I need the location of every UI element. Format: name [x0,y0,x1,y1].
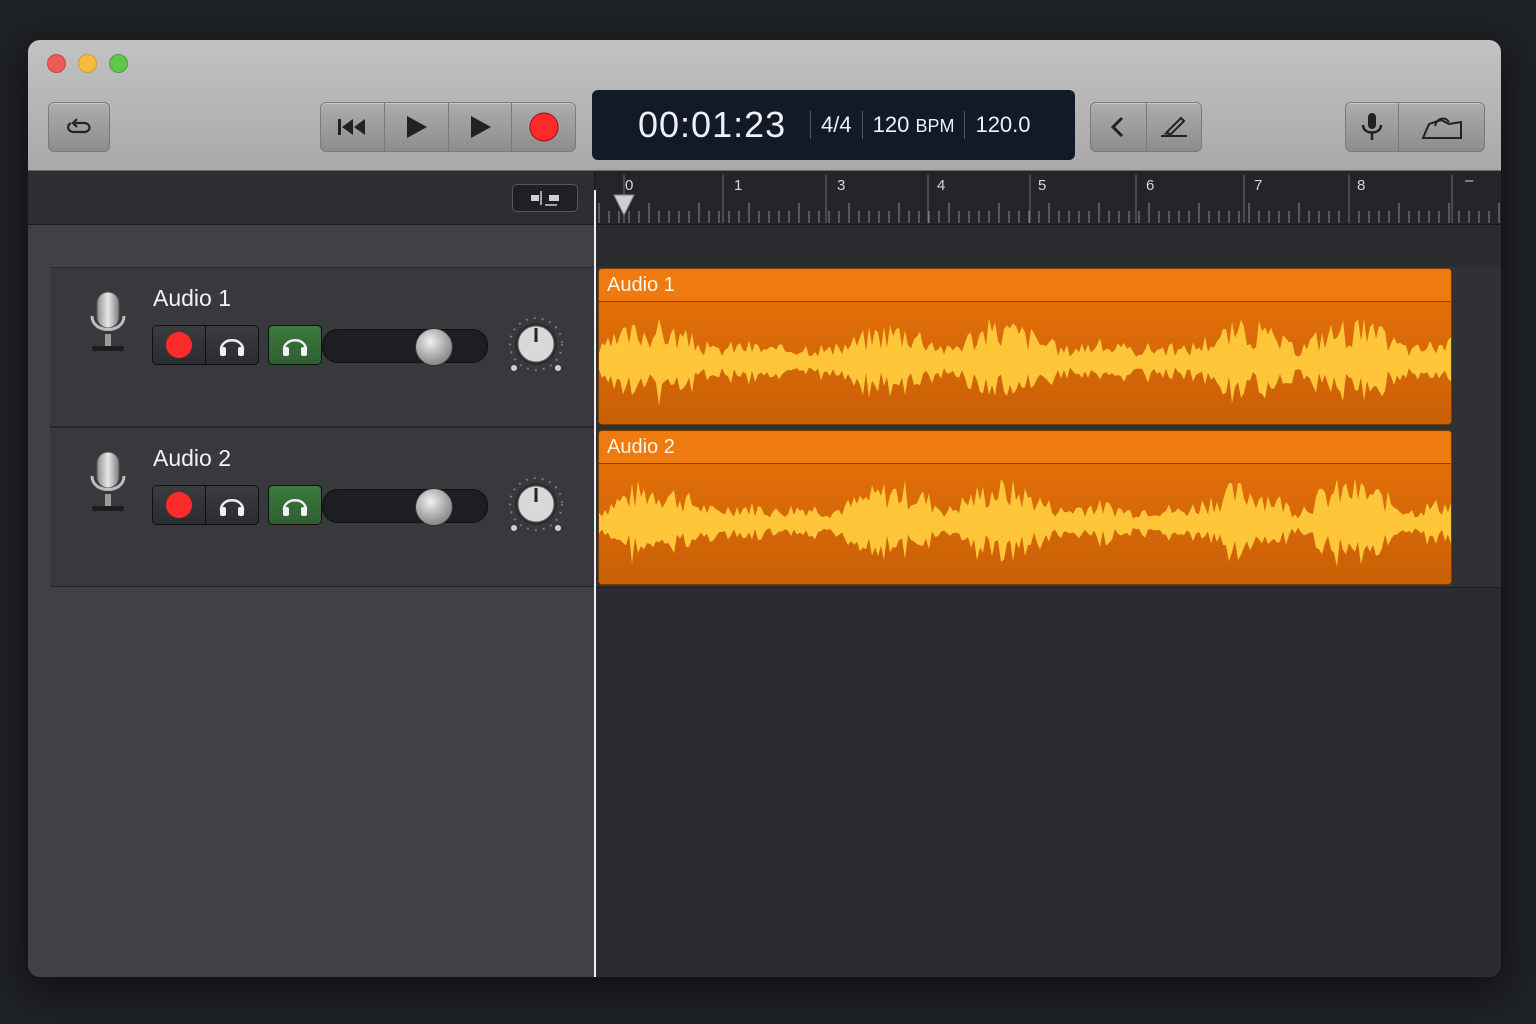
track-header-audio-2[interactable]: Audio 2 [50,427,594,587]
play-icon [470,116,491,138]
ruler-label: 8 [1357,177,1365,194]
record-icon [166,492,192,518]
headphones-icon [282,339,308,356]
pan-knob-icon [509,477,563,531]
cycle-icon [67,118,91,134]
timeline-ruler[interactable]: 0 1 3 4 5 6 7 8 – [594,171,1501,225]
headphones-icon [219,339,245,356]
zoom-fit-icon [531,191,559,206]
record-enable-button[interactable] [153,486,206,524]
garageband-window: 00:01:23 4/4 120 BPM 120.0 0 1 3 4 5 6 7… [28,40,1501,977]
headphones-button[interactable] [206,486,258,524]
volume-slider[interactable] [322,328,488,366]
play-icon [407,116,428,138]
volume-knob[interactable] [414,328,453,366]
close-button[interactable] [47,54,66,73]
track-buttons [152,485,259,525]
volume-knob[interactable] [414,488,453,526]
ruler-ticks: 0 1 3 4 5 6 7 8 – [598,172,1500,223]
record-button[interactable] [512,103,575,151]
tempo-value: 120 [872,112,910,137]
waveform [599,317,1451,406]
fit-tracks-button[interactable] [512,184,578,212]
microphone-icon [86,448,130,523]
waveform [599,478,1451,567]
microphone-button[interactable] [1346,103,1399,151]
track-header-toolbar [28,171,594,225]
track-name[interactable]: Audio 1 [153,285,231,312]
record-enable-button[interactable] [153,326,206,364]
minimize-button[interactable] [78,54,97,73]
lcd-display[interactable]: 00:01:23 4/4 120 BPM 120.0 [592,90,1075,160]
play-from-selection-button[interactable] [449,103,513,151]
track-buttons [152,325,259,365]
pencil-button[interactable] [1147,103,1202,151]
transport-controls [320,102,576,152]
edit-controls [1090,102,1202,152]
rewind-button[interactable] [321,103,385,151]
hand-icon [1420,117,1462,139]
track-header-audio-1[interactable]: Audio 1 [50,267,594,427]
zoom-button[interactable] [109,54,128,73]
headphones-icon [219,499,245,516]
tracks-area[interactable]: Audio 1 Audio 2 [594,225,1501,977]
play-button[interactable] [385,103,449,151]
headphones-icon [282,499,308,516]
ruler-label: 6 [1146,177,1154,194]
pan-knob[interactable] [502,314,570,381]
monitor-button[interactable] [268,485,322,525]
smart-controls-button[interactable] [1399,103,1484,151]
library-controls [1345,102,1485,152]
rewind-icon [338,119,366,135]
ruler-label: 1 [734,177,742,194]
playhead-handle[interactable] [613,194,635,217]
monitor-button[interactable] [268,325,322,365]
ruler-label: 7 [1254,177,1262,194]
microphone-icon [86,288,130,363]
ruler-label: 3 [837,177,845,194]
ruler-label: 4 [937,177,945,194]
audio-region-1[interactable]: Audio 1 [598,268,1452,425]
cycle-button[interactable] [48,102,110,152]
time-display: 00:01:23 [638,104,787,145]
pan-knob[interactable] [502,474,570,541]
tempo-decimal: 120.0 [975,112,1031,137]
back-button[interactable] [1091,103,1147,151]
track-headers: Audio 1 Audio 2 [28,225,594,977]
time-signature: 4/4 [821,112,852,137]
headphones-button[interactable] [206,326,258,364]
ruler-label: 5 [1038,177,1046,194]
region-title: Audio 2 [599,431,1451,464]
chevron-left-icon [1111,116,1124,138]
playhead[interactable] [594,190,596,977]
pencil-icon [1160,116,1187,137]
microphone-icon [1361,113,1383,140]
track-name[interactable]: Audio 2 [153,445,231,472]
pan-knob-icon [509,317,563,371]
ruler-label: 0 [625,177,633,194]
toolbar: 00:01:23 4/4 120 BPM 120.0 [28,40,1501,171]
tempo-unit: BPM [915,116,955,136]
region-title: Audio 1 [599,269,1451,302]
volume-slider[interactable] [322,488,488,526]
audio-region-2[interactable]: Audio 2 [598,430,1452,585]
tempo-display: 120 BPM [873,112,955,138]
record-icon [166,332,192,358]
ruler-end-marker: – [1465,172,1474,189]
record-icon [529,112,559,142]
